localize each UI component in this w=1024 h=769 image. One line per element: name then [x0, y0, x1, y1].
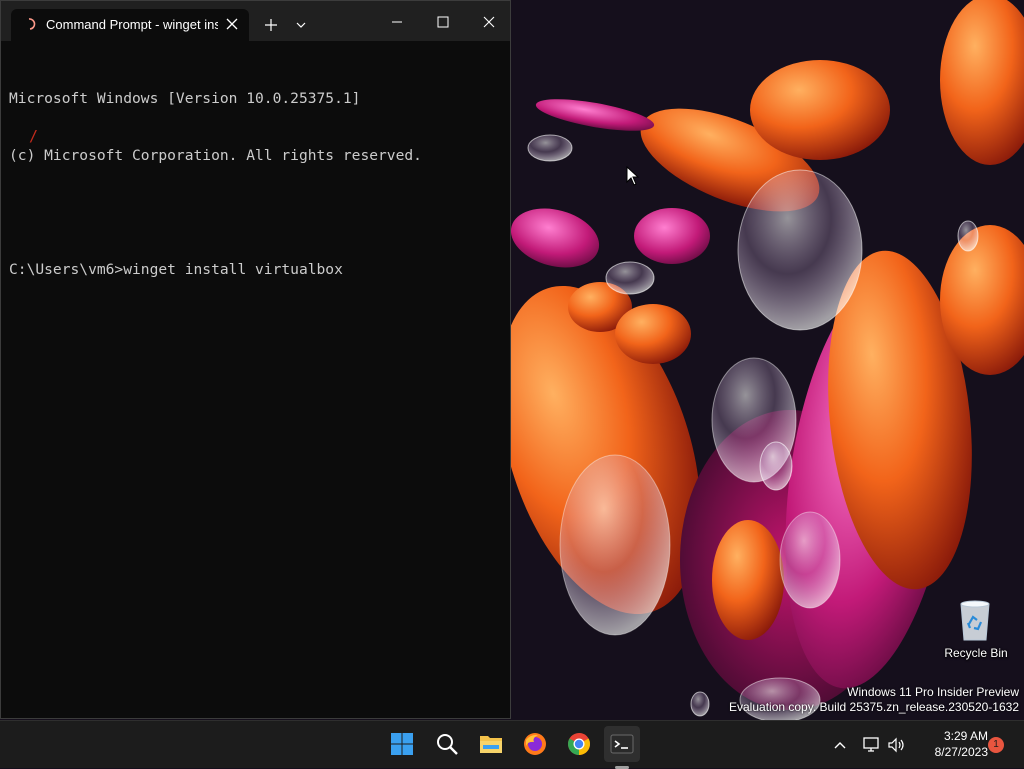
terminal-icon — [610, 734, 634, 754]
start-button[interactable] — [384, 726, 420, 762]
volume-icon[interactable] — [886, 735, 906, 755]
watermark-edition: Windows 11 Pro Insider Preview — [847, 685, 1019, 699]
search-button[interactable] — [429, 726, 465, 762]
chrome-icon — [568, 733, 590, 755]
folder-icon — [480, 736, 502, 753]
network-icon[interactable] — [862, 735, 882, 755]
minimize-icon — [392, 21, 402, 23]
console-line: C:\Users\vm6>winget install virtualbox — [9, 261, 343, 278]
close-window-button[interactable] — [466, 1, 512, 41]
plus-icon — [265, 19, 277, 31]
chevron-down-icon — [296, 22, 306, 28]
firefox-icon — [524, 733, 546, 755]
maximize-icon — [437, 16, 449, 28]
show-hidden-icons-chevron-up-icon[interactable] — [830, 735, 850, 755]
new-tab-button[interactable] — [257, 9, 285, 41]
tab-command-prompt[interactable]: Command Prompt - winget install virtualb… — [11, 9, 249, 41]
console-line: (c) Microsoft Corporation. All rights re… — [9, 147, 422, 164]
maximize-button[interactable] — [420, 1, 466, 41]
terminal-window[interactable]: Command Prompt - winget install virtualb… — [0, 0, 511, 719]
recycle-bin-label: Recycle Bin — [944, 646, 1008, 660]
console-line: Microsoft Windows [Version 10.0.25375.1] — [9, 90, 361, 107]
progress-spinner-glyph: / — [29, 127, 39, 145]
title-bar[interactable]: Command Prompt - winget install virtualb… — [1, 1, 510, 41]
close-icon — [483, 16, 495, 28]
console-output[interactable]: Microsoft Windows [Version 10.0.25375.1]… — [9, 51, 422, 317]
taskbar: 3:29 AM 8/27/2023 1 — [0, 720, 1024, 769]
clock-date: 8/27/2023 — [934, 745, 988, 759]
tab-dropdown-button[interactable] — [287, 9, 315, 41]
recycle-bin-icon — [960, 600, 990, 641]
build-watermark: Windows 11 Pro Insider Preview Evaluatio… — [729, 685, 1019, 715]
terminal-button[interactable] — [604, 726, 640, 769]
file-explorer-button[interactable] — [473, 726, 509, 762]
watermark-build: Evaluation copy. Build 25375.zn_release.… — [729, 700, 1019, 714]
firefox-button[interactable] — [517, 726, 553, 762]
minimize-button[interactable] — [374, 1, 420, 41]
recycle-bin-shortcut[interactable]: Recycle Bin — [944, 598, 1008, 662]
mouse-pointer-icon — [626, 166, 640, 186]
close-tab-icon[interactable] — [223, 15, 241, 33]
search-icon — [437, 734, 458, 755]
chrome-button[interactable] — [561, 726, 597, 762]
system-clock[interactable]: 3:29 AM 8/27/2023 — [912, 728, 988, 760]
loading-spinner-icon — [28, 18, 36, 30]
notification-badge[interactable]: 1 — [988, 737, 1004, 753]
clock-time: 3:29 AM — [943, 729, 988, 743]
windows-logo-icon — [391, 733, 413, 755]
tab-title: Command Prompt - winget install virtualb… — [46, 17, 218, 32]
